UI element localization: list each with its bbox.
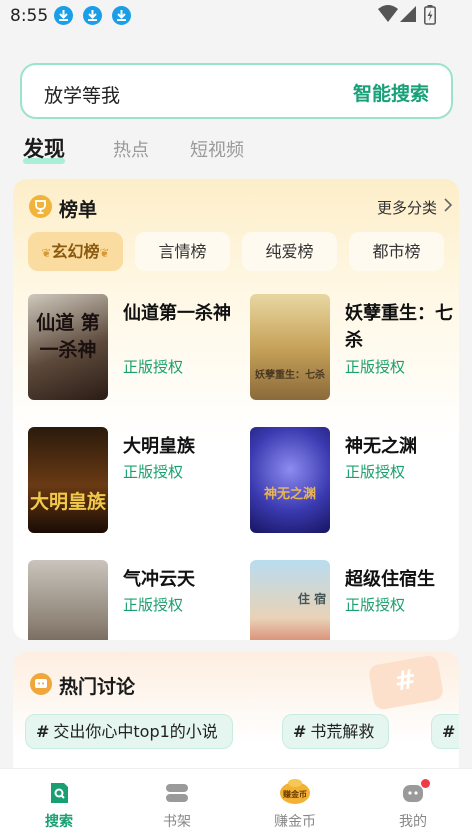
tab-discover[interactable]: 发现 — [23, 133, 65, 164]
cover-title: 大明皇族 — [29, 491, 106, 513]
nav-earn-coins[interactable]: 赚金币 赚金币 — [236, 769, 354, 839]
tab-hot[interactable]: 热点 — [113, 136, 149, 162]
book-item[interactable]: 大明皇族 大明皇族 正版授权 — [28, 427, 238, 537]
book-cover: 住 宿 — [250, 560, 330, 640]
top-tabs: 发现 热点 短视频 — [0, 132, 472, 172]
licensed-badge: 正版授权 — [123, 463, 184, 481]
ranking-card: 榜单 更多分类 ❦玄幻榜❦ 言情榜 纯爱榜 都市榜 仙道 第一杀神 仙道第一杀神… — [13, 179, 459, 640]
cover-title: 住 宿 — [297, 592, 327, 606]
book-title: 神无之渊 — [345, 436, 417, 457]
topic-chip[interactable]: # — [431, 714, 459, 749]
book-item[interactable]: 神无之渊 神无之渊 正版授权 — [250, 427, 459, 537]
nav-label: 我的 — [399, 814, 427, 830]
licensed-badge: 正版授权 — [345, 596, 406, 614]
licensed-badge: 正版授权 — [345, 463, 406, 481]
licensed-badge: 正版授权 — [123, 358, 184, 376]
search-icon — [47, 781, 71, 805]
book-title: 超级住宿生 — [345, 569, 435, 590]
book-item[interactable]: 气冲云天 正版授权 — [28, 560, 238, 640]
laurel-icon: ❦ — [41, 246, 52, 260]
chat-icon — [30, 673, 52, 695]
trophy-icon — [29, 195, 52, 218]
book-title: 气冲云天 — [123, 569, 195, 590]
tab-short-video[interactable]: 短视频 — [190, 136, 244, 162]
ranking-title: 榜单 — [59, 199, 98, 221]
search-input[interactable]: 放学等我 — [44, 81, 120, 108]
topic-chip[interactable]: # 书荒解救 — [282, 714, 390, 749]
category-label: 玄幻榜 — [51, 242, 100, 261]
nav-mine[interactable]: 我的 — [354, 769, 472, 839]
book-cover: 神无之渊 — [250, 427, 330, 533]
battery-icon — [424, 5, 436, 29]
nav-label: 赚金币 — [274, 814, 316, 830]
bookshelf-icon — [165, 781, 189, 805]
category-dushi[interactable]: 都市榜 — [349, 232, 444, 271]
more-categories-link[interactable]: 更多分类 — [376, 197, 453, 218]
download-icon — [54, 6, 73, 25]
nav-label: 搜索 — [45, 814, 73, 830]
book-item[interactable]: 住 宿 超级住宿生 正版授权 — [250, 560, 459, 640]
search-box[interactable]: 放学等我 智能搜索 — [20, 63, 453, 119]
download-icon — [112, 6, 131, 25]
coin-badge: 赚金币 — [283, 790, 307, 799]
book-cover: 大明皇族 — [28, 427, 108, 533]
laurel-icon: ❦ — [99, 246, 110, 260]
book-title: 仙道第一杀神 — [123, 303, 231, 324]
smart-search-button[interactable]: 智能搜索 — [353, 79, 429, 106]
book-title: 妖孽重生：七杀 — [345, 303, 453, 351]
book-cover: 妖孽重生：七杀 — [250, 294, 330, 400]
nav-label: 书架 — [163, 814, 191, 830]
more-label: 更多分类 — [376, 199, 437, 217]
hot-discussion-title: 热门讨论 — [59, 676, 136, 698]
cover-title: 仙道 第一杀神 — [36, 312, 100, 361]
signal-icon — [400, 5, 417, 27]
status-time: 8:55 — [10, 6, 49, 26]
hashtag-decoration-icon: # — [367, 654, 445, 711]
cover-title: 神无之渊 — [263, 487, 316, 502]
cover-title: 妖孽重生：七杀 — [255, 370, 325, 381]
licensed-badge: 正版授权 — [123, 596, 184, 614]
wifi-icon — [378, 5, 398, 27]
nav-search[interactable]: 搜索 — [0, 769, 118, 839]
notification-dot — [421, 779, 430, 788]
chevron-right-icon — [444, 197, 453, 217]
book-title: 大明皇族 — [123, 436, 195, 457]
topic-label: 交出你心中top1的小说 — [53, 722, 218, 741]
topic-chip[interactable]: # 交出你心中top1的小说 — [25, 714, 233, 749]
topic-label: 书荒解救 — [310, 722, 375, 741]
nav-bookshelf[interactable]: 书架 — [118, 769, 236, 839]
hot-discussion-card: 热门讨论 # # 交出你心中top1的小说 # 书荒解救 # — [13, 652, 459, 782]
coin-pouch-icon: 赚金币 — [278, 777, 312, 805]
status-bar: 8:55 — [0, 0, 472, 34]
book-item[interactable]: 仙道 第一杀神 仙道第一杀神 正版授权 — [28, 294, 238, 404]
licensed-badge: 正版授权 — [345, 358, 406, 376]
category-yanqing[interactable]: 言情榜 — [135, 232, 230, 271]
category-chunai[interactable]: 纯爱榜 — [242, 232, 337, 271]
book-cover: 仙道 第一杀神 — [28, 294, 108, 400]
category-xuanhuan[interactable]: ❦玄幻榜❦ — [28, 232, 123, 271]
tab-label: 发现 — [23, 137, 65, 161]
download-icon — [83, 6, 102, 25]
bottom-navigation: 搜索 书架 赚金币 赚金币 我的 — [0, 768, 472, 839]
book-item[interactable]: 妖孽重生：七杀 妖孽重生：七杀 正版授权 — [250, 294, 459, 404]
book-cover — [28, 560, 108, 640]
